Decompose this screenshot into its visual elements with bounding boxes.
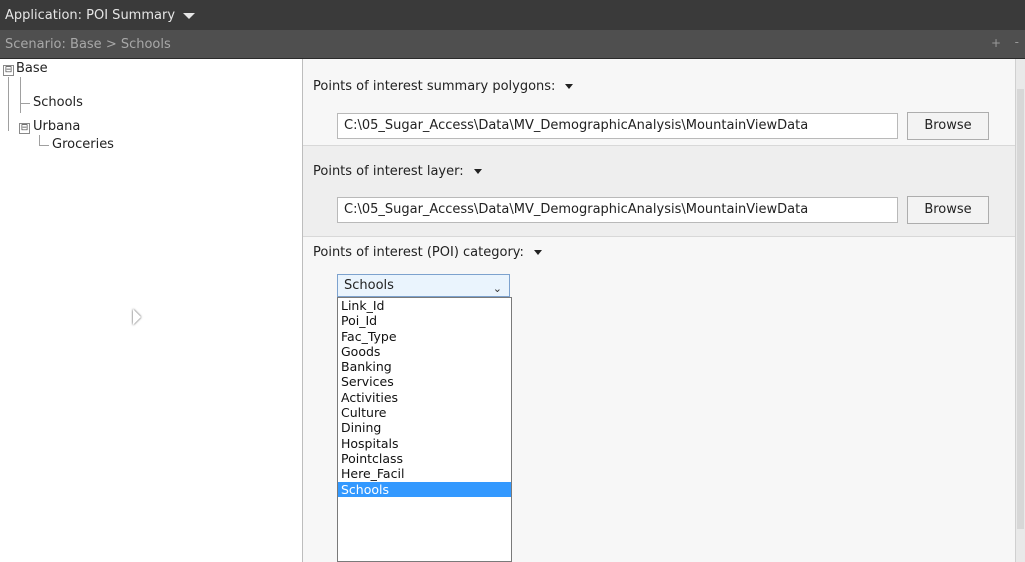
tree-connector (20, 77, 21, 113)
tree-node-urbana[interactable]: Urbana (33, 119, 80, 134)
category-options-list[interactable]: Link_Id Poi_Id Fac_Type Goods Banking Service… (337, 297, 512, 562)
scenario-tree: ⊟ Base Schools ⊟ Urbana Groceries (0, 59, 303, 562)
category-label-text: Points of interest (POI) category: (313, 245, 524, 260)
chevron-down-icon[interactable] (183, 13, 196, 19)
category-label[interactable]: Points of interest (POI) category: (313, 245, 542, 260)
tree-connector (39, 145, 49, 146)
add-icon[interactable]: + (991, 36, 1001, 50)
tree-node-groceries[interactable]: Groceries (52, 137, 114, 152)
layer-path-input[interactable]: C:\05_Sugar_Access\Data\MV_DemographicAn… (337, 197, 898, 223)
category-option[interactable]: Dining (338, 420, 511, 435)
polygons-section: Points of interest summary polygons: C:\… (303, 59, 1015, 146)
category-option[interactable]: Goods (338, 344, 511, 359)
remove-icon[interactable]: - (1015, 35, 1019, 49)
chevron-down-icon[interactable] (565, 84, 574, 89)
category-option[interactable]: Banking (338, 359, 511, 374)
polygons-browse-button[interactable]: Browse (907, 112, 989, 140)
chevron-down-icon[interactable]: ⌄ (493, 278, 502, 299)
collapse-icon[interactable]: ⊟ (19, 123, 30, 134)
chevron-down-icon[interactable] (533, 250, 542, 255)
properties-panel: Points of interest summary polygons: C:\… (303, 59, 1015, 562)
category-option[interactable]: Hospitals (338, 436, 511, 451)
tree-node-base[interactable]: Base (16, 61, 48, 76)
category-select[interactable]: Schools ⌄ (337, 274, 510, 297)
category-select-value: Schools (344, 278, 394, 293)
polygons-label-text: Points of interest summary polygons: (313, 79, 556, 94)
chevron-down-icon[interactable] (473, 169, 482, 174)
polygons-path-input[interactable]: C:\05_Sugar_Access\Data\MV_DemographicAn… (337, 113, 898, 139)
layer-label[interactable]: Points of interest layer: (313, 164, 482, 179)
category-option[interactable]: Culture (338, 405, 511, 420)
application-bar: Application: POI Summary (0, 0, 1025, 30)
scrollbar-thumb[interactable] (1017, 89, 1024, 529)
category-section: Points of interest (POI) category: Schoo… (303, 237, 1015, 562)
panel-scrollbar[interactable] (1015, 59, 1025, 562)
application-selector[interactable]: Application: POI Summary (0, 8, 175, 23)
category-option[interactable]: Poi_Id (338, 313, 511, 328)
polygons-label[interactable]: Points of interest summary polygons: (313, 79, 574, 94)
tree-connector (8, 77, 9, 131)
category-option[interactable]: Link_Id (338, 298, 511, 313)
layer-label-text: Points of interest layer: (313, 164, 464, 179)
tree-connector (20, 103, 30, 104)
category-option[interactable]: Fac_Type (338, 329, 511, 344)
tree-node-schools[interactable]: Schools (33, 95, 83, 110)
category-option[interactable]: Activities (338, 390, 511, 405)
category-option[interactable]: Schools (338, 481, 511, 497)
scenario-bar: Scenario: Base > Schools + - (0, 30, 1025, 59)
category-option[interactable]: Pointclass (338, 451, 511, 466)
layer-section: Points of interest layer: C:\05_Sugar_Ac… (303, 146, 1015, 237)
mouse-cursor-icon (133, 309, 141, 325)
layer-browse-button[interactable]: Browse (907, 196, 989, 224)
scenario-breadcrumb: Scenario: Base > Schools (5, 36, 171, 52)
category-option[interactable]: Here_Facil (338, 466, 511, 481)
collapse-icon[interactable]: ⊟ (3, 65, 14, 76)
category-option[interactable]: Services (338, 374, 511, 389)
tree-connector (39, 135, 40, 145)
